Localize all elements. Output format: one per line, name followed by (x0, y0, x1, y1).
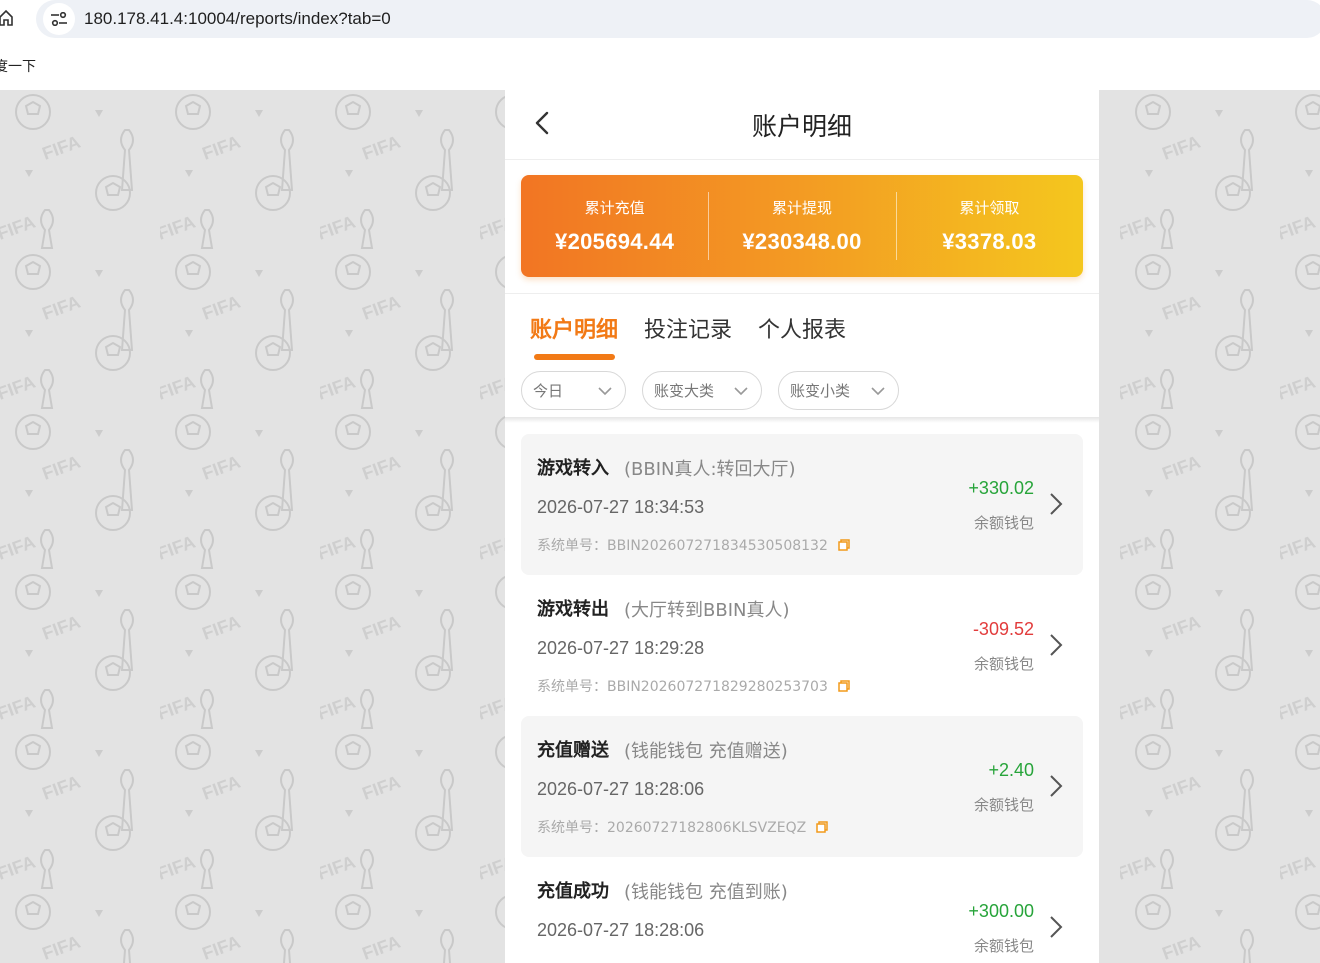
bookmark-item[interactable]: 度一下 (0, 56, 36, 76)
copy-icon[interactable] (816, 821, 828, 833)
record-time: 2026-07-27 18:28:06 (537, 920, 705, 940)
tab-account-details[interactable]: 账户明细 (530, 312, 618, 344)
copy-icon[interactable] (838, 680, 850, 692)
record-item[interactable]: 游戏转出 (大厅转到BBIN真人) 2026-07-27 18:29:28 系统… (521, 575, 1083, 716)
record-list: 游戏转入 (BBIN真人:转回大厅) 2026-07-27 18:34:53 系… (521, 434, 1083, 963)
tab-personal-report[interactable]: 个人报表 (758, 312, 846, 344)
record-type: 充值成功 (537, 881, 609, 902)
section-divider (505, 293, 1099, 294)
chevron-down-icon (598, 387, 612, 396)
record-time: 2026-07-27 18:29:28 (537, 638, 705, 658)
address-bar[interactable]: 180.178.41.4:10004/reports/index?tab=0 (36, 0, 1320, 38)
chevron-right-icon (1050, 634, 1063, 656)
filter-bar: 今日 账变大类 账变小类 (505, 371, 1099, 419)
tab-bar: 账户明细 投注记录 个人报表 (505, 312, 1099, 364)
record-time: 2026-07-27 18:34:53 (537, 497, 705, 517)
chevron-right-icon (1050, 493, 1063, 515)
filter-value: 账变小类 (790, 382, 851, 400)
stat-total-claim: 累计领取 ¥3378.03 (895, 191, 1083, 261)
record-type: 游戏转出 (537, 599, 609, 620)
record-time: 2026-07-27 18:28:06 (537, 779, 705, 799)
record-amount: +2.40 (988, 760, 1034, 780)
record-item[interactable]: 充值赠送 (钱能钱包 充值赠送) 2026-07-27 18:28:06 系统单… (521, 716, 1083, 857)
site-info-icon[interactable] (43, 3, 75, 35)
filter-value: 今日 (533, 382, 564, 400)
record-order: 系统单号：20260727182806KLSVZEQZ (537, 817, 828, 837)
order-number: 系统单号：BBIN20260727182928025370​3 (537, 679, 828, 695)
record-description: (大厅转到BBIN真人) (624, 600, 790, 621)
filter-value: 账变大类 (654, 382, 715, 400)
url-text[interactable]: 180.178.41.4:10004/reports/index?tab=0 (84, 9, 391, 29)
filter-shadow (505, 417, 1099, 423)
record-amount: +300.00 (968, 901, 1034, 921)
record-amount: +330.02 (968, 478, 1034, 498)
chevron-down-icon (734, 387, 748, 396)
order-number: 系统单号：BBIN20260727183453050813​2 (537, 538, 828, 554)
category-filter-dropdown[interactable]: 账变大类 (642, 371, 762, 410)
date-filter-dropdown[interactable]: 今日 (521, 371, 626, 410)
record-type: 游戏转入 (537, 458, 609, 479)
record-description: (钱能钱包 充值赠送) (624, 741, 788, 762)
copy-icon[interactable] (838, 539, 850, 551)
summary-card: 累计充值 ¥205694.44 累计提现 ¥230348.00 累计领取 ¥33… (521, 175, 1083, 277)
record-description: (钱能钱包 充值到账) (624, 882, 788, 903)
stat-total-deposit: 累计充值 ¥205694.44 (521, 191, 708, 261)
record-wallet: 余额钱包 (973, 937, 1034, 955)
record-wallet: 余额钱包 (973, 796, 1034, 814)
subcategory-filter-dropdown[interactable]: 账变小类 (778, 371, 899, 410)
address-bar-row: 180.178.41.4:10004/reports/index?tab=0 (0, 0, 1320, 38)
order-number: 系统单号：20260727182806KLSVZEQZ (537, 820, 807, 836)
mobile-frame: 账户明细 累计充值 ¥205694.44 累计提现 ¥230348.00 累计领… (505, 90, 1099, 963)
record-amount: -309.52 (972, 619, 1034, 639)
nav-header: 账户明细 (505, 90, 1099, 160)
stat-value: ¥205694.44 (555, 229, 675, 254)
record-order: 系统单号：BBIN20260727182928025370​3 (537, 676, 850, 696)
chevron-right-icon (1050, 775, 1063, 797)
page-title: 账户明细 (751, 112, 852, 141)
record-item[interactable]: 游戏转入 (BBIN真人:转回大厅) 2026-07-27 18:34:53 系… (521, 434, 1083, 575)
chevron-down-icon (871, 387, 885, 396)
record-wallet: 余额钱包 (973, 655, 1034, 673)
record-type: 充值赠送 (537, 740, 609, 761)
bookmark-bar: 度一下 (0, 38, 1320, 90)
record-item[interactable]: 充值成功 (钱能钱包 充值到账) 2026-07-27 18:28:06 +30… (521, 857, 1083, 963)
tab-indicator (534, 354, 615, 360)
stat-label: 累计提现 (771, 199, 832, 217)
stat-label: 累计充值 (584, 199, 645, 217)
stat-label: 累计领取 (959, 199, 1020, 217)
tab-bet-records[interactable]: 投注记录 (644, 312, 732, 344)
record-wallet: 余额钱包 (973, 514, 1034, 532)
chevron-right-icon (1050, 916, 1063, 938)
home-icon[interactable] (0, 8, 14, 28)
record-description: (BBIN真人:转回大厅) (624, 459, 796, 480)
stat-total-withdraw: 累计提现 ¥230348.00 (708, 191, 895, 261)
record-order: 系统单号：BBIN20260727183453050813​2 (537, 535, 850, 555)
stat-value: ¥3378.03 (942, 229, 1037, 254)
stat-value: ¥230348.00 (742, 229, 862, 254)
